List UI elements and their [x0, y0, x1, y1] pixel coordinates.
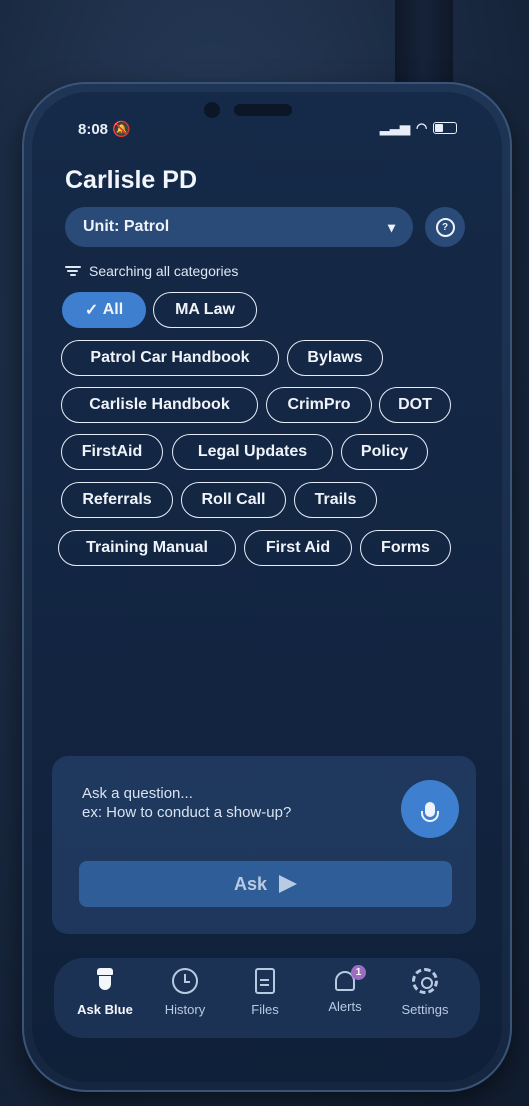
filter-icon	[65, 266, 81, 276]
tab-settings[interactable]: Settings	[389, 968, 461, 1017]
chip-dot[interactable]: DOT	[379, 387, 451, 423]
chip-carlisle-handbook[interactable]: Carlisle Handbook	[61, 387, 258, 423]
chip-crimpro[interactable]: CrimPro	[266, 387, 372, 423]
page-title: Carlisle PD	[65, 166, 198, 194]
status-time: 8:08 🔕	[78, 121, 131, 138]
signal-icon: ▂▃▅	[380, 120, 410, 135]
tab-history[interactable]: History	[149, 968, 221, 1017]
camera-icon	[204, 102, 220, 118]
chip-forms[interactable]: Forms	[360, 530, 451, 566]
tab-ask-blue[interactable]: Ask Blue	[69, 968, 141, 1017]
phone-lanyard	[395, 0, 453, 95]
tab-files[interactable]: Files	[229, 968, 301, 1017]
chip-training-manual[interactable]: Training Manual	[58, 530, 236, 566]
chip-bylaws[interactable]: Bylaws	[287, 340, 383, 376]
unit-dropdown-label: Unit: Patrol	[83, 218, 170, 235]
silent-bell-icon: 🔕	[112, 121, 131, 138]
gear-icon	[412, 968, 438, 994]
officer-icon	[96, 968, 114, 994]
chip-policy[interactable]: Policy	[341, 434, 428, 470]
dynamic-island	[234, 104, 292, 116]
chip-roll-call[interactable]: Roll Call	[181, 482, 286, 518]
search-status: Searching all categories	[65, 263, 238, 279]
wifi-icon: ◠	[416, 120, 428, 135]
voice-input-button[interactable]	[401, 780, 459, 838]
unit-dropdown[interactable]: Unit: Patrol ▾	[65, 207, 413, 247]
chip-legal-updates[interactable]: Legal Updates	[172, 434, 333, 470]
ask-panel	[52, 756, 476, 934]
chip-trails[interactable]: Trails	[294, 482, 377, 518]
battery-icon	[433, 122, 458, 134]
alerts-badge: 1	[351, 965, 366, 980]
chip-all[interactable]: ✓ All	[62, 292, 146, 328]
ask-button[interactable]: Ask	[79, 861, 452, 907]
chip-referrals[interactable]: Referrals	[61, 482, 173, 518]
chip-first-aid[interactable]: First Aid	[244, 530, 352, 566]
help-button[interactable]: ?	[425, 207, 465, 247]
file-icon	[255, 968, 275, 994]
status-icons: ▂▃▅ ◠	[380, 120, 458, 136]
clock-icon	[172, 968, 198, 994]
question-icon: ?	[435, 217, 455, 237]
tab-alerts[interactable]: 1 Alerts	[309, 965, 381, 1014]
send-icon	[279, 875, 298, 893]
microphone-icon	[421, 801, 439, 822]
question-input[interactable]: Ask a question... ex: How to conduct a s…	[82, 784, 291, 822]
bell-icon: 1	[335, 965, 366, 991]
chip-firstaid[interactable]: FirstAid	[61, 434, 163, 470]
chip-ma-law[interactable]: MA Law	[153, 292, 257, 328]
chip-patrol-car-handbook[interactable]: Patrol Car Handbook	[61, 340, 279, 376]
chevron-down-icon: ▾	[387, 218, 395, 235]
